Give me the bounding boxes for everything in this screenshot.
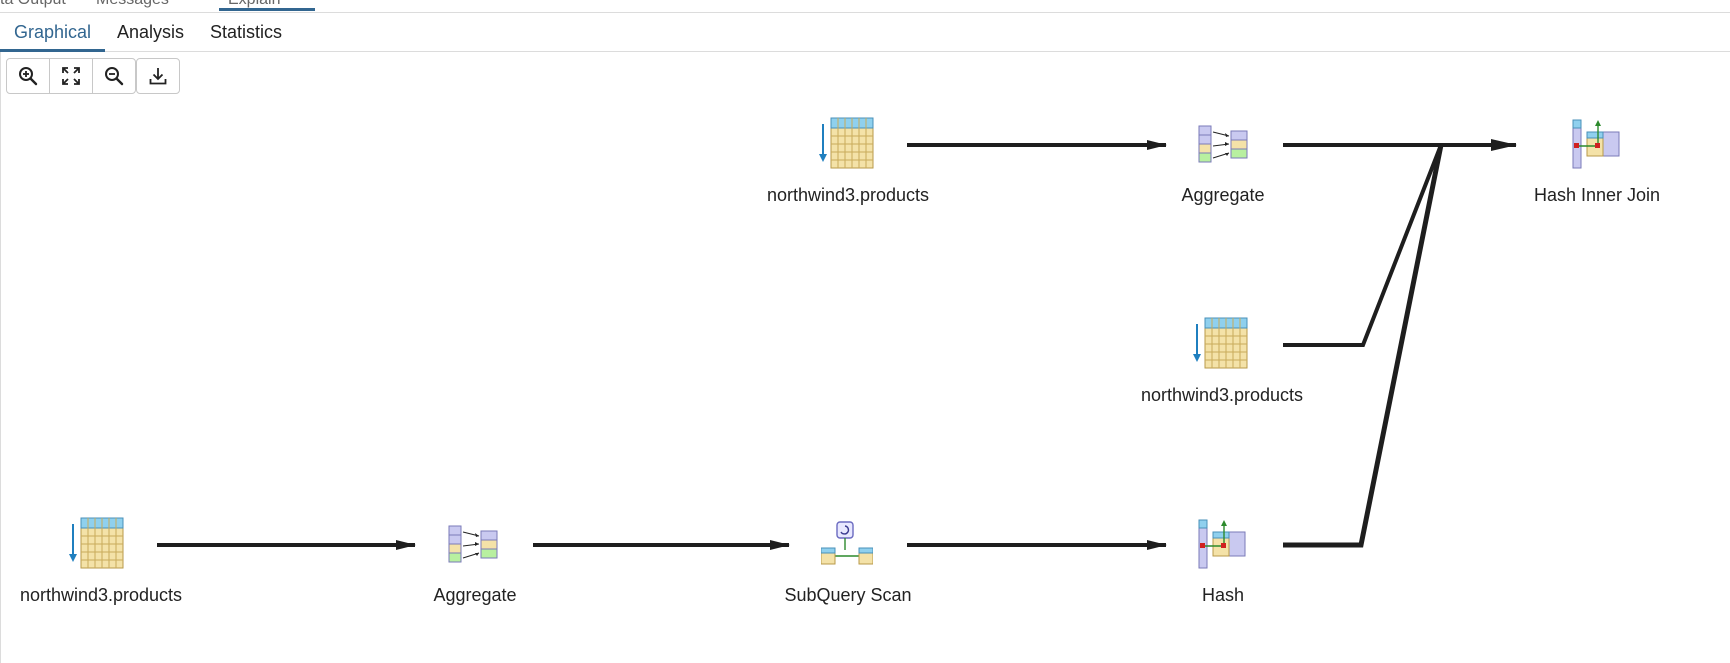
- subquery-scan-icon: [820, 521, 874, 565]
- tab-analysis[interactable]: Analysis: [103, 13, 198, 51]
- plan-node-label: Aggregate: [433, 585, 517, 605]
- data-output-tab[interactable]: ta Output: [0, 0, 66, 9]
- messages-tab[interactable]: Messages: [96, 0, 169, 9]
- explain-graph-canvas: northwind3.products Aggregate Hash Inner…: [0, 52, 1730, 663]
- plan-node-label: northwind3.products: [1140, 385, 1304, 405]
- aggregate-icon: [1198, 125, 1248, 163]
- seq-scan-icon: [1193, 317, 1248, 369]
- plan-node-label: Hash Inner Join: [1533, 185, 1661, 205]
- plan-node-aggregate-bottom[interactable]: [447, 524, 499, 569]
- edge-scan-mid-to-join: [1283, 144, 1443, 347]
- plan-node-aggregate-top[interactable]: [1197, 124, 1249, 169]
- tab-statistics[interactable]: Statistics: [196, 13, 296, 51]
- seq-scan-icon: [69, 517, 124, 569]
- plan-node-label: northwind3.products: [766, 185, 930, 205]
- plan-node-label: SubQuery Scan: [784, 585, 912, 605]
- hash-join-icon: [1572, 119, 1620, 169]
- plan-node-subquery-scan[interactable]: [820, 520, 874, 573]
- hash-icon: [1198, 519, 1246, 569]
- plan-node-seq-scan-top[interactable]: [813, 116, 877, 177]
- result-tabs-strip: ta Output Messages Explain: [0, 0, 1730, 13]
- plan-node-label: Aggregate: [1181, 185, 1265, 205]
- plan-node-seq-scan-mid[interactable]: [1187, 316, 1251, 377]
- plan-node-hash[interactable]: [1197, 518, 1249, 575]
- plan-node-label: northwind3.products: [19, 585, 183, 605]
- plan-node-label: Hash: [1201, 585, 1245, 605]
- aggregate-icon: [448, 525, 498, 563]
- plan-node-seq-scan-bottom[interactable]: [63, 516, 127, 577]
- explain-subtabs: Graphical Analysis Statistics: [0, 13, 1730, 52]
- explain-tab-indicator: [219, 8, 315, 11]
- tab-graphical[interactable]: Graphical: [0, 13, 106, 52]
- seq-scan-icon: [819, 117, 874, 169]
- plan-node-hash-inner-join[interactable]: [1571, 118, 1623, 175]
